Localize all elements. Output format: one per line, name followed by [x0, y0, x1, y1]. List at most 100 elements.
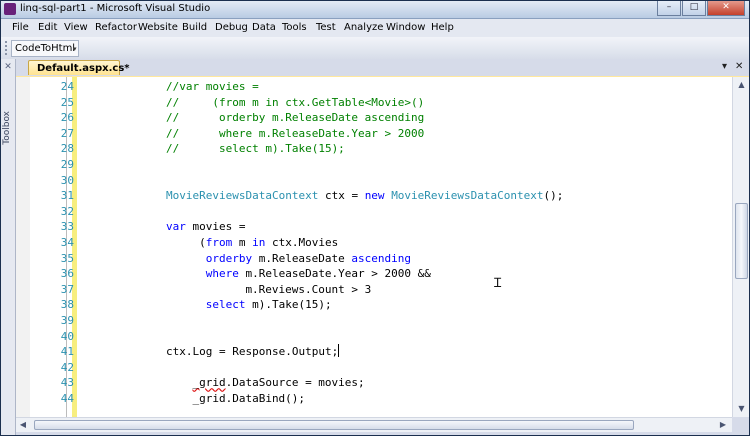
code-text[interactable]: _grid.DataSource = movies; — [192, 375, 364, 391]
code-line[interactable]: 36 where m.ReleaseDate.Year > 2000 && — [16, 266, 749, 282]
code-line[interactable]: 35 orderby m.ReleaseDate ascending — [16, 251, 749, 267]
code-line[interactable]: 24 //var movies = — [16, 79, 749, 95]
code-text[interactable]: // (from m in ctx.GetTable<Movie>() — [166, 95, 424, 111]
scroll-left-icon[interactable]: ◀ — [16, 418, 30, 432]
menu-debug[interactable]: Debug — [215, 22, 248, 33]
code-line[interactable]: 28 // select m).Take(15); — [16, 141, 749, 157]
code-line[interactable]: 25 // (from m in ctx.GetTable<Movie>() — [16, 95, 749, 111]
close-tab-icon[interactable]: ✕ — [735, 61, 743, 72]
document-tabs: Default.aspx.cs* ▾ ✕ — [16, 59, 749, 77]
code-token: ctx.Log = Response.Output; — [166, 345, 339, 359]
minimize-button[interactable]: – — [657, 1, 681, 16]
code-line[interactable]: 27 // where m.ReleaseDate.Year > 2000 — [16, 126, 749, 142]
menu-build[interactable]: Build — [182, 22, 207, 33]
code-line[interactable]: 33 var movies = — [16, 219, 749, 235]
code-text[interactable]: //var movies = — [166, 79, 259, 95]
code-token: m.ReleaseDate — [252, 251, 352, 265]
code-to-html-button[interactable]: CodeToHtml — [11, 40, 80, 57]
menu-view[interactable]: View — [64, 22, 88, 33]
code-text[interactable]: _grid.DataBind(); — [192, 391, 305, 407]
code-line[interactable]: 40 — [16, 329, 749, 345]
scroll-up-icon[interactable]: ▲ — [733, 77, 749, 93]
menu-data[interactable]: Data — [252, 22, 276, 33]
code-token: ctx.Movies — [265, 236, 339, 249]
code-text[interactable]: where m.ReleaseDate.Year > 2000 && — [206, 266, 431, 282]
code-text[interactable]: MovieReviewsDataContext ctx = new MovieR… — [166, 188, 563, 204]
code-token: // orderby m.ReleaseDate ascending — [166, 111, 425, 125]
menu-window[interactable]: Window — [386, 22, 425, 33]
code-line[interactable]: 41 ctx.Log = Response.Output; — [16, 344, 749, 360]
code-line[interactable]: 42 — [16, 360, 749, 376]
horizontal-scrollbar[interactable]: ◀ ▶ — [16, 417, 732, 432]
code-token: m.Reviews.Count > 3 — [245, 282, 372, 296]
toolbar-options-icon[interactable]: ▾ — [73, 45, 77, 53]
code-line[interactable]: 44 _grid.DataBind(); — [16, 391, 749, 407]
line-number: 42 — [60, 360, 74, 374]
close-button[interactable]: ✕ — [707, 1, 745, 16]
toolbar-grip[interactable] — [5, 41, 9, 55]
scroll-right-icon[interactable]: ▶ — [716, 418, 730, 432]
line-number: 39 — [60, 314, 74, 327]
pin-icon[interactable]: ✕ — [3, 62, 13, 72]
line-number: 40 — [60, 329, 74, 343]
horizontal-scroll-thumb[interactable] — [34, 420, 634, 430]
toolbox-panel[interactable]: ✕ Toolbox — [1, 59, 16, 435]
tab-default-aspx-cs[interactable]: Default.aspx.cs* — [28, 60, 130, 75]
code-line[interactable]: 32 — [16, 204, 749, 220]
line-number: 27 — [60, 126, 74, 140]
line-number: 41 — [60, 345, 74, 359]
code-line[interactable]: 43 _grid.DataSource = movies; — [16, 375, 749, 391]
visual-studio-window: linq-sql-part1 - Microsoft Visual Studio… — [0, 0, 750, 436]
menu-website[interactable]: Website — [138, 22, 178, 33]
menu-tools[interactable]: Tools — [282, 22, 307, 33]
code-editor[interactable]: 24 //var movies = 25 // (from m in ctx.GetT… — [16, 77, 749, 417]
code-token: _grid.DataBind(); — [192, 392, 306, 405]
vertical-scrollbar[interactable]: ▲ ▼ — [732, 77, 749, 417]
code-text[interactable]: // where m.ReleaseDate.Year > 2000 — [166, 126, 424, 142]
menu-help[interactable]: Help — [431, 22, 454, 33]
vertical-scroll-thumb[interactable] — [735, 203, 748, 279]
code-text[interactable]: orderby m.ReleaseDate ascending — [206, 251, 411, 267]
code-token: new — [364, 189, 385, 203]
code-token: var — [166, 220, 186, 234]
menu-test[interactable]: Test — [316, 22, 336, 33]
code-token: // select m).Take(15); — [166, 142, 345, 156]
code-line[interactable]: 39 — [16, 313, 749, 329]
code-text[interactable]: select m).Take(15); — [206, 297, 332, 313]
code-token: select — [205, 298, 246, 312]
menu-bar: File Edit View Refactor Website Build De… — [1, 19, 749, 37]
code-line[interactable]: 29 — [16, 157, 749, 173]
code-line[interactable]: 30 — [16, 173, 749, 189]
code-text[interactable]: ctx.Log = Response.Output; — [166, 344, 340, 360]
title-bar[interactable]: linq-sql-part1 - Microsoft Visual Studio… — [1, 1, 749, 19]
visual-studio-icon — [4, 3, 16, 15]
code-text[interactable]: var movies = — [166, 219, 245, 235]
code-text[interactable]: // orderby m.ReleaseDate ascending — [166, 110, 424, 126]
menu-file[interactable]: File — [12, 22, 29, 33]
code-text[interactable]: m.Reviews.Count > 3 — [245, 282, 371, 298]
code-token: ( — [199, 236, 206, 249]
menu-analyze[interactable]: Analyze — [344, 22, 383, 33]
document-area: ✕ Toolbox Default.aspx.cs* ▾ ✕ 24 //var m… — [1, 59, 749, 435]
code-line[interactable]: 31 MovieReviewsDataContext ctx = new Movi… — [16, 188, 749, 204]
code-line[interactable]: 37 m.Reviews.Count > 3 — [16, 282, 749, 298]
line-number: 34 — [60, 236, 74, 249]
code-line[interactable]: 26 // orderby m.ReleaseDate ascending — [16, 110, 749, 126]
code-token: orderby — [205, 251, 253, 265]
text-caret — [338, 344, 340, 358]
maximize-button[interactable]: □ — [682, 1, 706, 16]
code-line[interactable]: 34 (from m in ctx.Movies — [16, 235, 749, 251]
toolbox-label[interactable]: Toolbox — [2, 111, 14, 145]
line-number: 24 — [60, 80, 74, 93]
code-token: MovieReviewsDataContext — [391, 189, 544, 203]
menu-edit[interactable]: Edit — [38, 22, 57, 33]
scroll-down-icon[interactable]: ▼ — [733, 401, 749, 417]
code-text[interactable]: (from m in ctx.Movies — [199, 235, 338, 251]
code-line[interactable]: 38 select m).Take(15); — [16, 297, 749, 313]
tab-list-dropdown-icon[interactable]: ▾ — [722, 61, 727, 72]
code-token: m).Take(15); — [245, 298, 332, 312]
line-number: 30 — [60, 173, 74, 187]
line-number: 29 — [60, 158, 74, 171]
code-text[interactable]: // select m).Take(15); — [166, 141, 345, 157]
menu-refactor[interactable]: Refactor — [95, 22, 137, 33]
